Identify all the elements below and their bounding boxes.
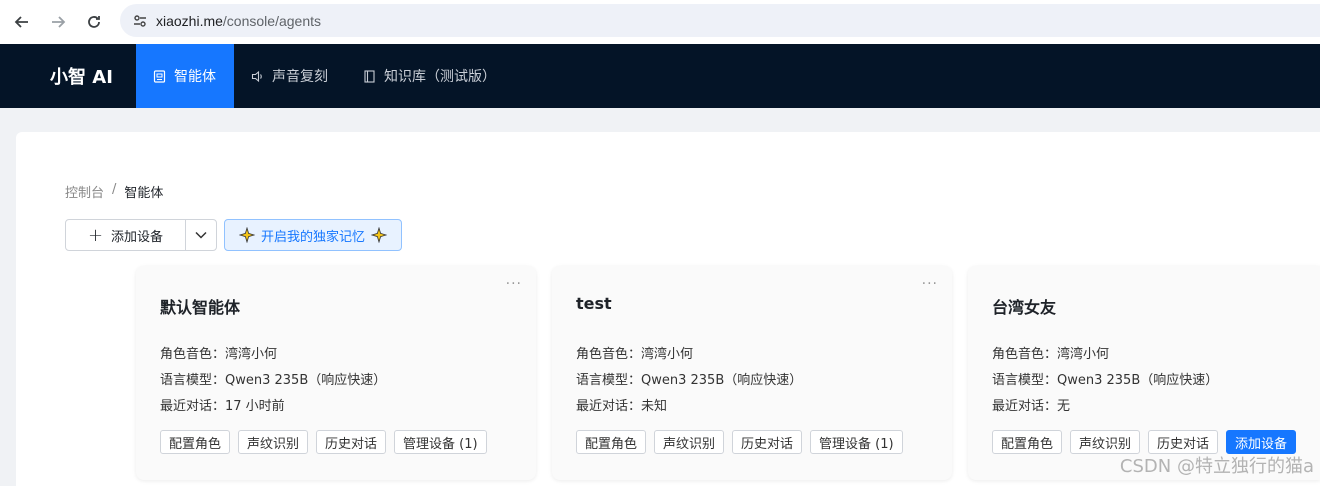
add-device-button[interactable]: + 添加设备 xyxy=(66,220,186,250)
agent-card-model: 语言模型：Qwen3 235B（响应快速） xyxy=(992,373,1219,388)
agent-card-title: 默认智能体 xyxy=(160,298,241,317)
memory-button-label: 开启我的独家记忆 xyxy=(261,229,366,245)
agent-card-actions: 配置角色 声纹识别 历史对话 管理设备 (1) xyxy=(160,430,487,454)
agent-card-model: 语言模型：Qwen3 235B（响应快速） xyxy=(576,373,803,388)
history-button[interactable]: 历史对话 xyxy=(316,430,387,454)
nav-item-agents[interactable]: 智能体 xyxy=(136,44,234,108)
add-device-label: 添加设备 xyxy=(111,229,164,245)
history-button[interactable]: 历史对话 xyxy=(1148,430,1219,454)
reload-icon xyxy=(88,16,100,28)
agent-card-voice: 角色音色：湾湾小何 xyxy=(576,347,694,362)
memory-button[interactable]: 开启我的独家记忆 xyxy=(224,219,403,251)
agent-card-actions: 配置角色 声纹识别 历史对话 添加设备 xyxy=(992,430,1297,454)
configure-role-button[interactable]: 配置角色 xyxy=(576,430,647,454)
add-device-group: + 添加设备 xyxy=(65,219,217,251)
arrow-right-icon xyxy=(52,16,66,28)
reload-button[interactable] xyxy=(80,8,108,36)
sparkle-icon xyxy=(371,227,388,243)
site-settings-icon[interactable] xyxy=(130,13,150,29)
plus-icon: + xyxy=(87,224,104,246)
more-icon[interactable]: ··· xyxy=(506,276,522,292)
url-text: xiaozhi.me/console/agents xyxy=(156,13,321,29)
watermark: CSDN @特立独行的猫a xyxy=(1119,456,1314,477)
breadcrumb-root[interactable]: 控制台 xyxy=(65,182,104,201)
chevron-down-icon xyxy=(195,231,207,239)
browser-toolbar: xiaozhi.me/console/agents xyxy=(0,0,1320,44)
agent-card-last-chat: 最近对话：未知 xyxy=(576,399,668,414)
nav-item-voice-clone[interactable]: 声音复刻 xyxy=(234,44,344,108)
history-button[interactable]: 历史对话 xyxy=(732,430,803,454)
agent-card-title: 台湾女友 xyxy=(992,298,1057,317)
nav-item-label: 知识库（测试版） xyxy=(384,69,496,85)
agent-card-title: test xyxy=(576,294,612,313)
voiceprint-button[interactable]: 声纹识别 xyxy=(654,430,725,454)
agent-card-last-chat: 最近对话：无 xyxy=(992,399,1071,414)
back-button[interactable] xyxy=(8,8,36,36)
agent-card: 台湾女友 角色音色：湾湾小何 语言模型：Qwen3 235B（响应快速） 最近对… xyxy=(968,266,1320,480)
address-bar[interactable]: xiaozhi.me/console/agents xyxy=(120,4,1320,37)
nav-item-label: 声音复刻 xyxy=(272,69,328,85)
nav-item-knowledge-base[interactable]: 知识库（测试版） xyxy=(346,44,512,108)
arrow-left-icon xyxy=(14,16,28,28)
agent-card: ··· test 角色音色：湾湾小何 语言模型：Qwen3 235B（响应快速）… xyxy=(552,266,952,480)
agent-card-last-chat: 最近对话：17 小时前 xyxy=(160,399,285,414)
manage-devices-button[interactable]: 管理设备 (1) xyxy=(394,430,487,454)
agent-card-model: 语言模型：Qwen3 235B（响应快速） xyxy=(160,373,387,388)
agent-card: ··· 默认智能体 角色音色：湾湾小何 语言模型：Qwen3 235B（响应快速… xyxy=(136,266,536,480)
speaker-icon xyxy=(250,69,264,83)
add-device-dropdown-button[interactable] xyxy=(186,220,216,250)
agent-card-actions: 配置角色 声纹识别 历史对话 管理设备 (1) xyxy=(576,430,903,454)
nav-item-label: 智能体 xyxy=(174,69,216,85)
breadcrumb: 控制台 / 智能体 xyxy=(65,182,163,201)
sparkle-icon xyxy=(239,227,255,243)
url-host: xiaozhi.me xyxy=(156,12,223,29)
breadcrumb-separator: / xyxy=(112,182,117,197)
agent-card-voice: 角色音色：湾湾小何 xyxy=(992,347,1110,362)
forward-button[interactable] xyxy=(44,8,72,36)
url-path: /console/agents xyxy=(222,12,321,29)
app-logo: 小智 AI xyxy=(50,67,113,88)
breadcrumb-current: 智能体 xyxy=(124,186,164,201)
voiceprint-button[interactable]: 声纹识别 xyxy=(238,430,309,454)
configure-role-button[interactable]: 配置角色 xyxy=(160,430,231,454)
book-icon xyxy=(362,69,376,83)
voiceprint-button[interactable]: 声纹识别 xyxy=(1070,430,1141,454)
more-icon[interactable]: ··· xyxy=(922,276,938,292)
agent-icon xyxy=(152,69,166,83)
add-device-button[interactable]: 添加设备 xyxy=(1226,430,1297,454)
manage-devices-button[interactable]: 管理设备 (1) xyxy=(810,430,903,454)
configure-role-button[interactable]: 配置角色 xyxy=(992,430,1063,454)
agent-card-voice: 角色音色：湾湾小何 xyxy=(160,347,278,362)
app-header: 小智 AI 智能体 声音复刻 知识库（测试版） xyxy=(0,44,1320,108)
